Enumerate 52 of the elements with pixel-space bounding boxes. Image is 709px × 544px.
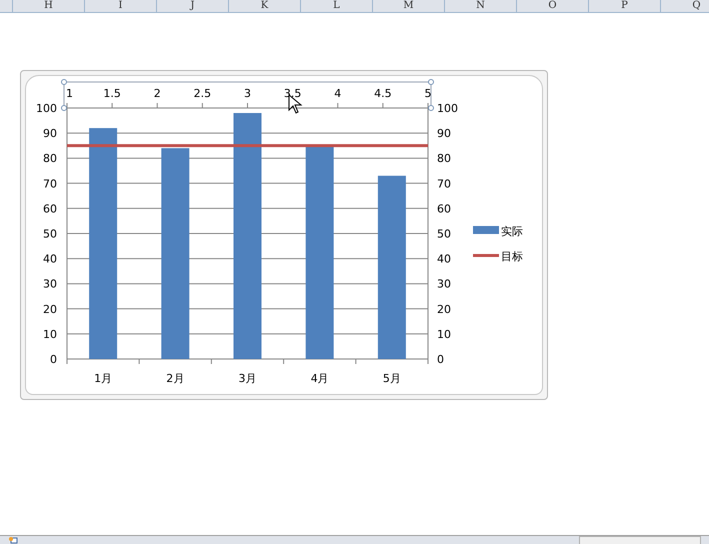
y-tick-label: 30 xyxy=(437,278,451,291)
category-label: 3月 xyxy=(238,372,256,385)
x-tick-label: 1.5 xyxy=(103,87,121,100)
y-tick-label: 20 xyxy=(43,302,57,316)
category-label: 5月 xyxy=(382,372,401,385)
x-tick-label: 5 xyxy=(424,87,432,100)
column-header[interactable]: M xyxy=(373,0,445,12)
column-header[interactable]: P xyxy=(589,0,661,12)
y-tick-label: 40 xyxy=(43,252,57,266)
y-tick-label: 70 xyxy=(437,177,451,190)
y-tick-label: 30 xyxy=(43,278,57,291)
y-tick-label: 60 xyxy=(43,202,57,216)
x-tick-label: 2.5 xyxy=(194,87,212,100)
category-label: 2月 xyxy=(166,372,184,385)
y-tick-label: 50 xyxy=(43,228,57,240)
legend-line xyxy=(473,254,499,257)
y-tick-label: 100 xyxy=(437,102,458,115)
x-tick-label: 3.5 xyxy=(284,87,302,100)
y-tick-label: 100 xyxy=(36,102,57,115)
y-tick-label: 80 xyxy=(43,152,57,166)
category-label: 1月 xyxy=(94,372,112,385)
column-header[interactable]: O xyxy=(517,0,589,12)
y-tick-label: 90 xyxy=(437,127,451,140)
category-label: 4月 xyxy=(310,372,329,385)
column-header[interactable]: J xyxy=(157,0,229,12)
y-tick-label: 0 xyxy=(50,353,57,366)
y-tick-label: 60 xyxy=(437,202,451,216)
x-tick-label: 4.5 xyxy=(374,87,392,100)
x-tick-label: 3 xyxy=(244,87,251,100)
column-header[interactable]: N xyxy=(445,0,517,12)
x-tick-label: 1 xyxy=(66,87,73,100)
y-tick-label: 50 xyxy=(437,228,451,240)
y-tick-label: 20 xyxy=(437,302,451,316)
horizontal-scrollbar[interactable] xyxy=(579,536,701,544)
y-tick-label: 0 xyxy=(437,353,444,366)
y-tick-label: 80 xyxy=(437,152,451,166)
column-header[interactable]: H xyxy=(13,0,85,12)
y-tick-label: 90 xyxy=(43,127,57,140)
legend-label: 目标 xyxy=(501,250,523,263)
insert-sheet-icon[interactable] xyxy=(8,536,18,544)
column-header[interactable]: I xyxy=(85,0,157,12)
column-header[interactable]: Q xyxy=(661,0,709,12)
y-tick-label: 10 xyxy=(437,328,451,341)
legend-swatch xyxy=(473,226,499,234)
x-tick-label: 4 xyxy=(334,87,342,100)
column-header[interactable]: K xyxy=(229,0,301,12)
column-header[interactable]: L xyxy=(301,0,373,12)
y-tick-label: 10 xyxy=(43,328,57,341)
legend-label: 实际 xyxy=(501,225,523,238)
x-tick-label: 2 xyxy=(154,87,161,100)
y-tick-label: 70 xyxy=(43,177,57,190)
y-tick-label: 40 xyxy=(437,252,451,266)
